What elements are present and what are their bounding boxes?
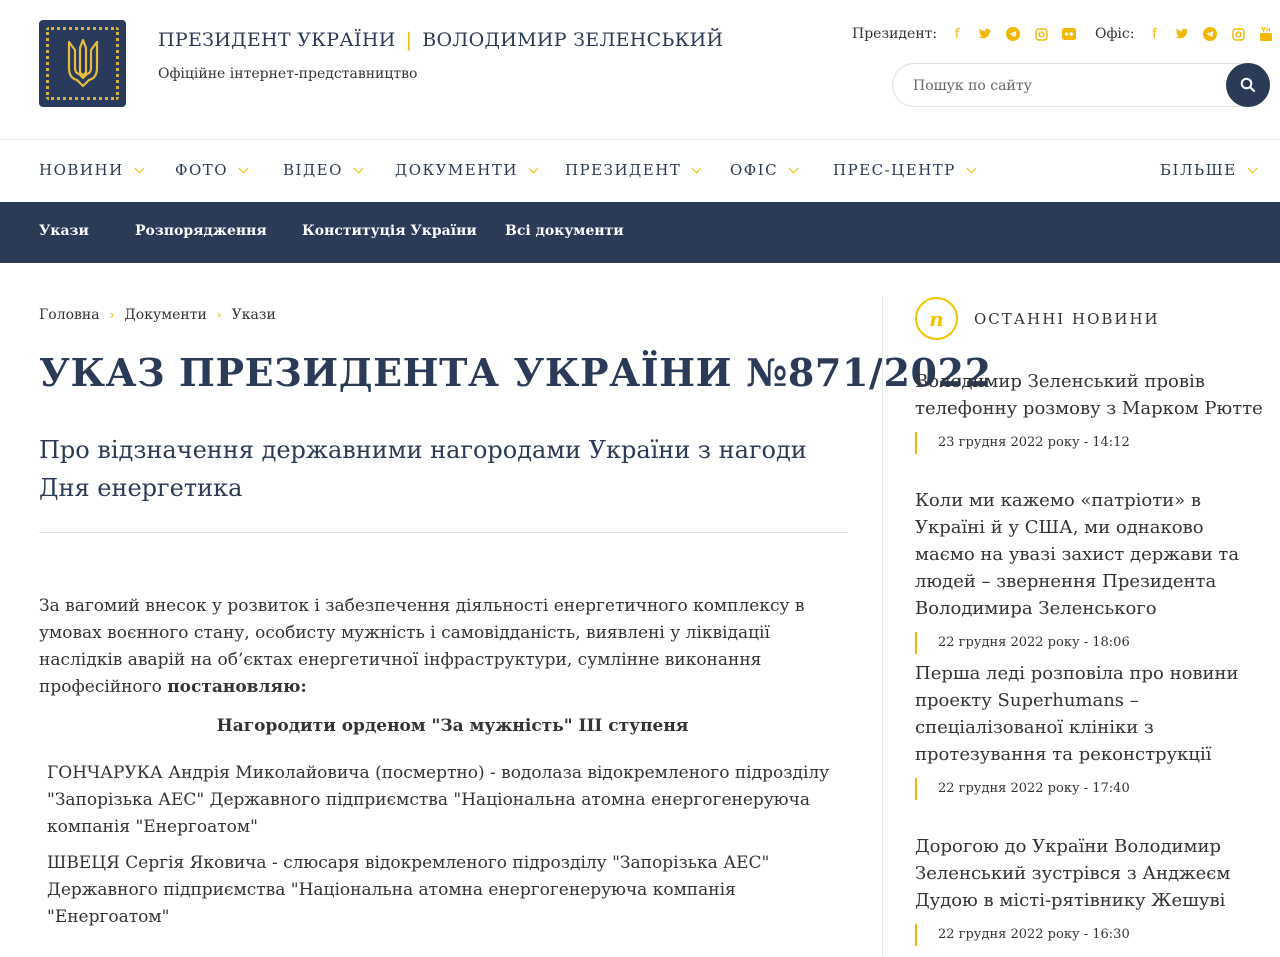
social-office-label: Офіс:: [1095, 26, 1135, 42]
instagram-icon[interactable]: [1034, 27, 1048, 41]
telegram-icon[interactable]: [1203, 27, 1218, 41]
news-item-date: 22 грудня 2022 року - 17:40: [915, 778, 1265, 800]
chevron-down-icon: [528, 163, 539, 173]
breadcrumb-home[interactable]: Головна: [39, 307, 100, 323]
awardee-item: ШВЕЦЯ Сергія Яковича - слюсаря відокремл…: [47, 853, 770, 927]
nav-item-documents[interactable]: ДОКУМЕНТИ: [395, 161, 539, 179]
chevron-down-icon: [353, 163, 364, 173]
page-title: УКАЗ ПРЕЗИДЕНТА УКРАЇНИ №871/2022: [39, 350, 992, 395]
subnav-item-constitution[interactable]: Конституція України: [302, 223, 477, 239]
news-item[interactable]: Коли ми кажемо «патріоти» в Україні й у …: [915, 487, 1265, 654]
breadcrumb: Головна › Документи › Укази: [39, 307, 276, 323]
chevron-down-icon: [1247, 163, 1258, 173]
social-office: Офіс: f: [1095, 26, 1280, 42]
nav-item-label: ФОТО: [175, 161, 229, 179]
chevron-down-icon: [134, 163, 145, 173]
search-input[interactable]: [913, 74, 1213, 98]
chevron-down-icon: [788, 163, 799, 173]
logo-frame: [46, 27, 119, 100]
news-item-date: 22 грудня 2022 року - 16:30: [915, 924, 1265, 946]
search-button[interactable]: [1226, 63, 1270, 107]
subnav-item-decrees[interactable]: Укази: [39, 223, 89, 239]
latest-news-title: ОСТАННІ НОВИНИ: [974, 309, 1160, 328]
nav-item-label: ПРЕС-ЦЕНТР: [833, 161, 956, 179]
site-subtitle: Офіційне інтернет-представництво: [158, 66, 418, 82]
flickr-icon[interactable]: [1062, 27, 1077, 41]
nav-item-press-center[interactable]: ПРЕС-ЦЕНТР: [833, 161, 977, 179]
youtube-icon[interactable]: [1259, 27, 1273, 41]
subnav-item-all-documents[interactable]: Всі документи: [505, 223, 624, 239]
nav-item-label: ВІДЕО: [283, 161, 343, 179]
social-president-label: Президент:: [852, 26, 938, 42]
subnav-item-orders[interactable]: Розпорядження: [135, 223, 267, 239]
news-logo-icon: n: [915, 297, 958, 340]
instagram-icon[interactable]: [1231, 27, 1245, 41]
awardee-item: ГОНЧАРУКА Андрія Миколайовича (посмертно…: [47, 763, 830, 837]
nav-item-photo[interactable]: ФОТО: [175, 161, 249, 179]
documents-subnav: Укази Розпорядження Конституція України …: [0, 202, 1280, 263]
news-item-date: 22 грудня 2022 року - 18:06: [915, 632, 1265, 654]
chevron-down-icon: [966, 163, 977, 173]
nav-item-label: НОВИНИ: [39, 161, 124, 179]
main-navigation: НОВИНИ ФОТО ВІДЕО ДОКУМЕНТИ ПРЕЗИДЕНТ ОФ…: [0, 140, 1280, 202]
decree-intro: За вагомий внесок у розвиток і забезпече…: [39, 593, 844, 701]
chevron-right-icon: ›: [216, 308, 222, 322]
nav-item-news[interactable]: НОВИНИ: [39, 161, 145, 179]
nav-item-label: БІЛЬШЕ: [1160, 161, 1237, 179]
trident-icon: [67, 38, 98, 87]
nav-item-label: ОФІС: [730, 161, 779, 179]
twitter-icon[interactable]: [978, 27, 992, 41]
news-item-title[interactable]: Дорогою до України Володимир Зеленський …: [915, 833, 1265, 914]
site-title-right: ВОЛОДИМИР ЗЕЛЕНСЬКИЙ: [422, 29, 724, 51]
nav-item-video[interactable]: ВІДЕО: [283, 161, 364, 179]
news-item-title[interactable]: Володимир Зеленський провів телефонну ро…: [915, 368, 1265, 422]
telegram-icon[interactable]: [1006, 27, 1021, 41]
chevron-right-icon: ›: [109, 308, 115, 322]
chevron-down-icon: [238, 163, 249, 173]
divider: [39, 532, 848, 533]
breadcrumb-documents[interactable]: Документи: [124, 307, 206, 323]
title-separator: |: [405, 29, 413, 51]
nav-item-president[interactable]: ПРЕЗИДЕНТ: [565, 161, 702, 179]
social-president: Президент: f: [852, 26, 1083, 42]
news-item[interactable]: Перша леді розповіла про новини проекту …: [915, 660, 1265, 800]
breadcrumb-decrees[interactable]: Укази: [232, 307, 276, 323]
twitter-icon[interactable]: [1175, 27, 1189, 41]
award-heading: Нагородити орденом "За мужність" III сту…: [216, 716, 689, 736]
nav-item-more[interactable]: БІЛЬШЕ: [1160, 161, 1258, 179]
facebook-icon[interactable]: f: [1147, 27, 1161, 42]
chevron-down-icon: [691, 163, 702, 173]
facebook-icon[interactable]: f: [950, 27, 964, 42]
site-header: ПРЕЗИДЕНТ УКРАЇНИ | ВОЛОДИМИР ЗЕЛЕНСЬКИЙ О…: [0, 0, 1280, 140]
search-icon: [1240, 77, 1256, 93]
nav-item-label: ДОКУМЕНТИ: [395, 161, 518, 179]
decree-intro-text: За вагомий внесок у розвиток і забезпече…: [39, 596, 805, 697]
search-box: [892, 63, 1270, 107]
site-title-left: ПРЕЗИДЕНТ УКРАЇНИ: [158, 29, 396, 51]
coat-of-arms-logo[interactable]: [39, 20, 126, 107]
sidebar-divider: [882, 296, 883, 957]
news-item-date: 23 грудня 2022 року - 14:12: [915, 432, 1265, 454]
nav-item-office[interactable]: ОФІС: [730, 161, 799, 179]
nav-item-label: ПРЕЗИДЕНТ: [565, 161, 682, 179]
decree-subtitle: Про відзначення державними нагородами Ук…: [39, 436, 807, 502]
site-title[interactable]: ПРЕЗИДЕНТ УКРАЇНИ | ВОЛОДИМИР ЗЕЛЕНСЬКИЙ: [158, 29, 723, 51]
news-item[interactable]: Дорогою до України Володимир Зеленський …: [915, 833, 1265, 946]
decree-intro-bold: постановляю:: [167, 677, 307, 697]
news-item-title[interactable]: Перша леді розповіла про новини проекту …: [915, 660, 1265, 768]
news-item-title[interactable]: Коли ми кажемо «патріоти» в Україні й у …: [915, 487, 1265, 622]
news-item[interactable]: Володимир Зеленський провів телефонну ро…: [915, 368, 1265, 454]
latest-news-header: n ОСТАННІ НОВИНИ: [915, 297, 1160, 340]
